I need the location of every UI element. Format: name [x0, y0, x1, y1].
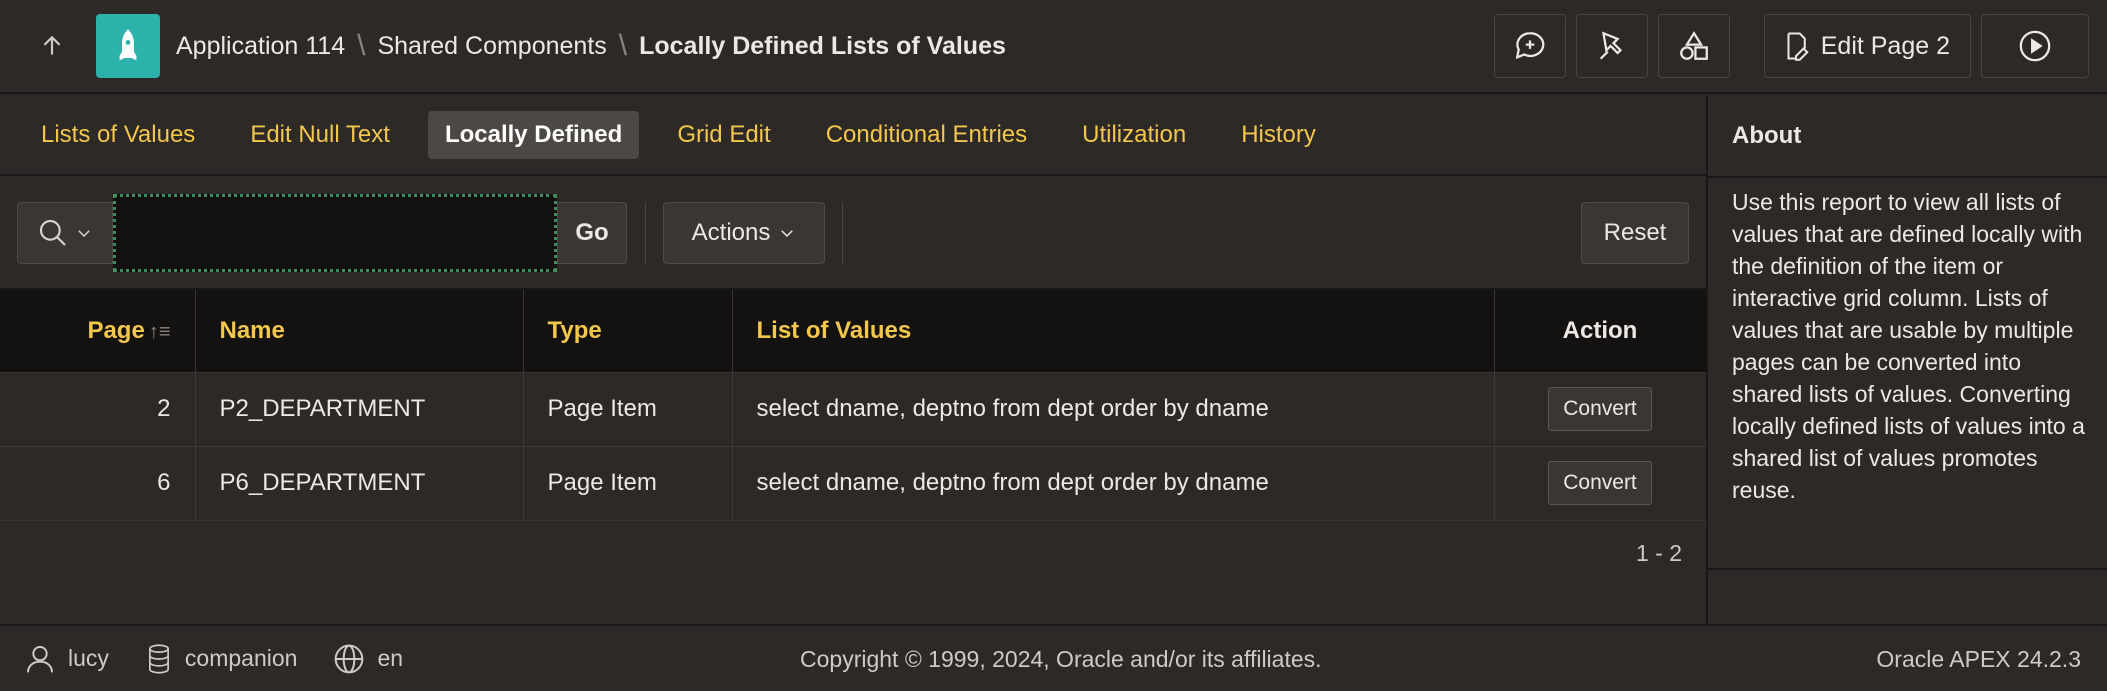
cell-name: P2_DEPARTMENT: [195, 372, 524, 447]
cell-action: Convert: [1494, 446, 1707, 521]
about-text: Use this report to view all lists of val…: [1732, 189, 2085, 503]
column-header-type[interactable]: Type: [523, 290, 733, 373]
pagination: 1 - 2: [1635, 540, 1682, 566]
play-icon: [2019, 30, 2051, 62]
search-column-button[interactable]: [17, 202, 113, 264]
cell-list-of-values: select dname, deptno from dept order by …: [732, 446, 1495, 521]
convert-button[interactable]: Convert: [1548, 461, 1652, 505]
tab-edit-null-text[interactable]: Edit Null Text: [233, 111, 407, 159]
search-input-wrapper: [113, 194, 557, 272]
globe-icon: [335, 644, 364, 673]
footer-schema-label: companion: [184, 645, 298, 671]
convert-button[interactable]: Convert: [1548, 387, 1652, 431]
report-toolbar: Go Actions Reset: [0, 178, 1706, 290]
footer-schema[interactable]: companion: [145, 643, 298, 675]
breadcrumb-application[interactable]: Application 114: [176, 32, 345, 61]
column-header-page[interactable]: Page ↑≡: [0, 290, 196, 373]
footer-user[interactable]: lucy: [24, 643, 109, 675]
table-header-row: Page ↑≡ Name Type List of Values Action: [0, 290, 1707, 373]
app-footer: lucy companion en Copyright © 1999, 2024…: [0, 624, 2107, 691]
cell-action: Convert: [1494, 372, 1707, 447]
reset-button[interactable]: Reset: [1581, 202, 1689, 264]
footer-copyright: Copyright © 1999, 2024, Oracle and/or it…: [800, 646, 1322, 672]
tab-grid-edit[interactable]: Grid Edit: [660, 111, 787, 159]
about-title: About: [1732, 122, 1802, 149]
column-header-name[interactable]: Name: [195, 290, 524, 373]
user-icon: [27, 645, 53, 672]
footer-language[interactable]: en: [333, 643, 403, 675]
header-toolbar: Edit Page 2: [1493, 14, 2089, 78]
rocket-icon[interactable]: [96, 14, 160, 78]
toolbar-divider: [842, 202, 843, 264]
tab-locally-defined[interactable]: Locally Defined: [427, 111, 640, 159]
search-icon: [39, 219, 66, 246]
table-row: 2 P2_DEPARTMENT Page Item select dname, …: [0, 372, 1707, 447]
panel-divider: [1708, 568, 2107, 570]
footer-version: Oracle APEX 24.2.3: [1876, 646, 2081, 672]
actions-menu-button[interactable]: Actions: [663, 202, 825, 264]
report-table: Page ↑≡ Name Type List of Values Action 2…: [0, 290, 1707, 521]
feedback-button[interactable]: [1493, 14, 1566, 78]
cell-list-of-values: select dname, deptno from dept order by …: [732, 372, 1495, 447]
footer-language-label: en: [377, 645, 404, 671]
breadcrumb: Application 114 \ Shared Components \ Lo…: [176, 29, 1006, 63]
shapes-icon: [1679, 31, 1708, 60]
edit-page-label: Edit Page 2: [1820, 31, 1950, 60]
page-title: Locally Defined Lists of Values: [639, 31, 1006, 60]
chat-plus-icon: [1515, 32, 1545, 60]
tab-bar: Lists of Values Edit Null Text Locally D…: [0, 96, 1706, 176]
go-button[interactable]: Go: [557, 202, 627, 264]
search-input[interactable]: [121, 202, 549, 264]
cell-page: 6: [0, 446, 196, 521]
tab-history[interactable]: History: [1224, 111, 1333, 159]
breadcrumb-separator: \: [357, 29, 366, 62]
cell-type: Page Item: [523, 372, 733, 447]
pin-icon: [1599, 31, 1622, 60]
run-page-button[interactable]: [1981, 14, 2089, 78]
breadcrumb-separator: \: [618, 29, 628, 62]
edit-page-icon: [1787, 32, 1809, 61]
toolbar-divider: [645, 202, 646, 264]
breadcrumb-shared-components[interactable]: Shared Components: [377, 32, 606, 61]
tab-lists-of-values[interactable]: Lists of Values: [24, 111, 212, 159]
developer-tools-button[interactable]: [1575, 14, 1648, 78]
about-panel: About Use this report to view all lists …: [1706, 96, 2107, 624]
cell-page: 2: [0, 372, 196, 447]
chevron-down-icon: [78, 230, 90, 238]
arrow-up-icon[interactable]: [24, 18, 80, 74]
column-header-list-of-values[interactable]: List of Values: [732, 290, 1495, 373]
edit-page-button[interactable]: Edit Page 2: [1763, 14, 1971, 78]
cell-name: P6_DEPARTMENT: [195, 446, 524, 521]
column-header-action: Action: [1494, 290, 1707, 373]
search-group: Go: [17, 194, 627, 272]
database-icon: [148, 643, 169, 674]
tab-conditional-entries[interactable]: Conditional Entries: [809, 111, 1044, 159]
footer-user-label: lucy: [68, 645, 109, 671]
tab-utilization[interactable]: Utilization: [1065, 111, 1203, 159]
actions-label: Actions: [691, 219, 771, 246]
shared-components-button[interactable]: [1657, 14, 1730, 78]
sort-ascending-icon: ↑≡: [148, 320, 171, 343]
chevron-down-icon: [781, 230, 794, 238]
cell-type: Page Item: [523, 446, 733, 521]
app-header: Application 114 \ Shared Components \ Lo…: [0, 0, 2107, 94]
table-row: 6 P6_DEPARTMENT Page Item select dname, …: [0, 446, 1707, 521]
